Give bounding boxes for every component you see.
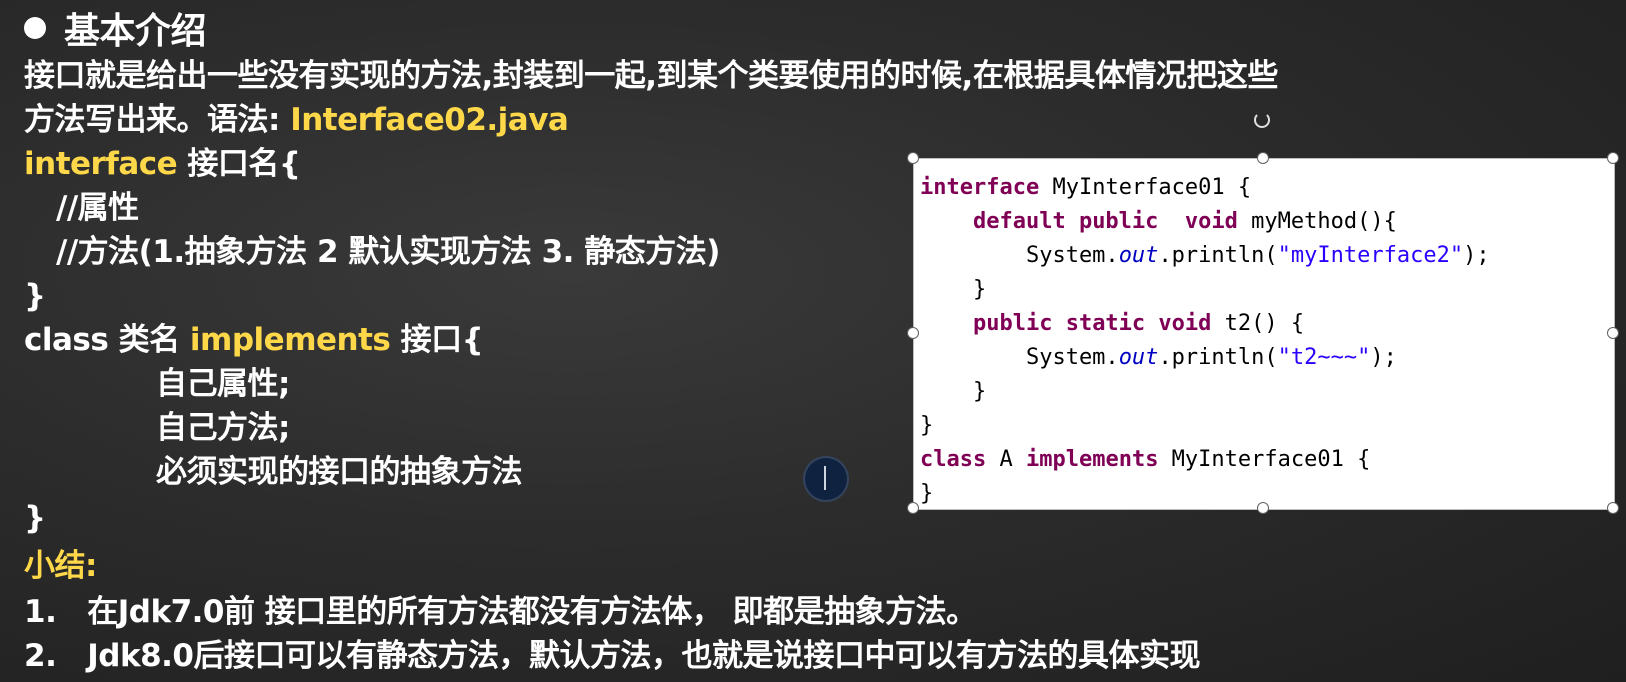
resize-handle-left-icon[interactable]	[907, 327, 919, 339]
implements-keyword: implements	[189, 322, 391, 358]
intro-line-2: 方法写出来。语法: Interface02.java	[24, 102, 569, 138]
interface-keyword: interface	[24, 146, 178, 182]
summary-heading: 小结:	[24, 548, 97, 584]
resize-handle-bottom-left-icon[interactable]	[907, 502, 919, 514]
slide-title: 基本介绍	[24, 8, 207, 56]
syntax-comment-attr: //属性	[56, 190, 139, 226]
syntax-close-brace: }	[24, 278, 46, 314]
syntax-class-line: class 类名 implements 接口{	[24, 322, 484, 358]
syntax-own-attr: 自己属性;	[156, 366, 290, 402]
resize-handle-top-left-icon[interactable]	[907, 152, 919, 164]
syntax-must-impl: 必须实现的接口的抽象方法	[156, 454, 523, 490]
syntax-own-method: 自己方法;	[156, 410, 290, 446]
text-cursor-icon	[824, 466, 826, 490]
summary-item-2: 2. Jdk8.0后接口可以有静态方法，默认方法，也就是说接口中可以有方法的具体…	[24, 638, 1200, 674]
resize-handle-right-icon[interactable]	[1607, 327, 1619, 339]
syntax-close-brace-2: }	[24, 500, 46, 536]
resize-handle-bottom-right-icon[interactable]	[1607, 502, 1619, 514]
intro-line-1: 接口就是给出一些没有实现的方法,封装到一起,到某个类要使用的时候,在根据具体情况…	[24, 58, 1278, 94]
resize-handle-top-right-icon[interactable]	[1607, 152, 1619, 164]
resize-handle-top-icon[interactable]	[1257, 152, 1269, 164]
code-listing: interface MyInterface01 { default public…	[920, 175, 1490, 506]
rotate-handle-icon[interactable]	[1254, 112, 1270, 128]
syntax-interface-line: interface 接口名{	[24, 146, 301, 182]
bullet-icon	[24, 17, 46, 39]
slide: 基本介绍 接口就是给出一些没有实现的方法,封装到一起,到某个类要使用的时候,在根…	[0, 0, 1626, 682]
syntax-comment-methods: //方法(1.抽象方法 2 默认实现方法 3. 静态方法)	[56, 234, 720, 270]
cursor-highlight-icon	[805, 458, 847, 500]
file-name: Interface02.java	[290, 102, 569, 138]
summary-item-1: 1. 在Jdk7.0前 接口里的所有方法都没有方法体， 即都是抽象方法。	[24, 594, 977, 630]
code-image[interactable]: interface MyInterface01 { default public…	[913, 158, 1615, 510]
resize-handle-bottom-icon[interactable]	[1257, 502, 1269, 514]
